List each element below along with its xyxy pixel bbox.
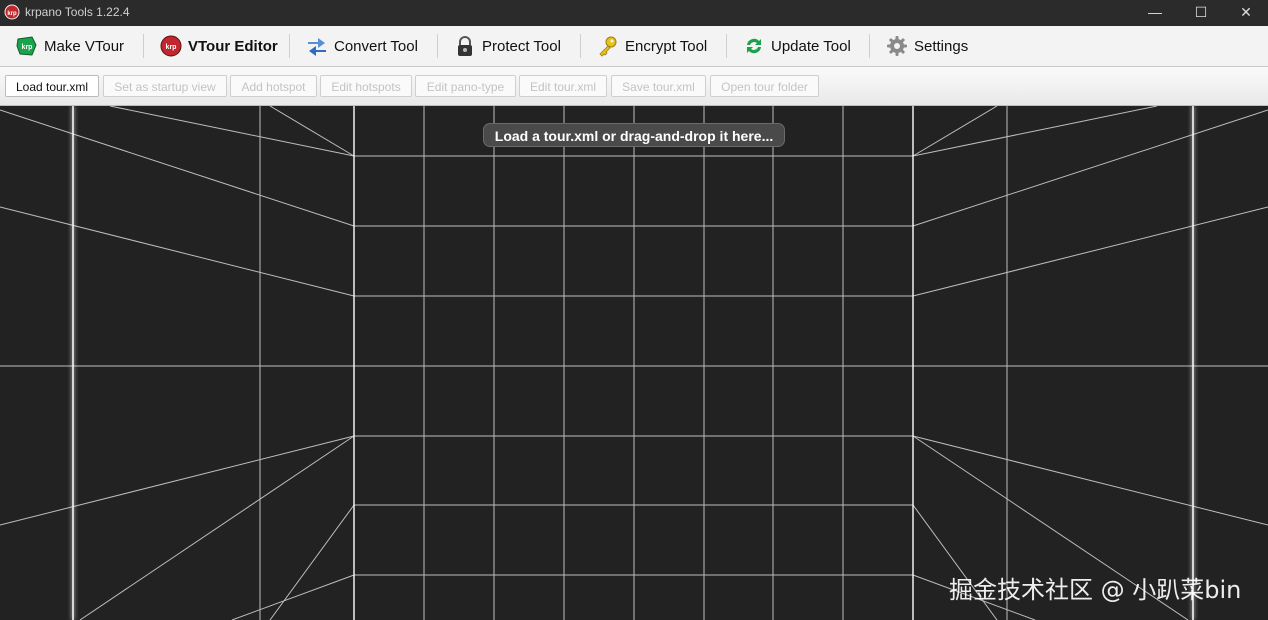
krpano-green-icon: krp bbox=[16, 36, 37, 56]
krpano-red-icon: krp bbox=[160, 35, 182, 57]
edge-glow bbox=[71, 106, 1195, 620]
maximize-button[interactable]: ☐ bbox=[1178, 0, 1224, 26]
grid-lines bbox=[0, 106, 1268, 620]
protect-tool-label: Protect Tool bbox=[482, 37, 561, 55]
minimize-button[interactable]: — bbox=[1132, 0, 1178, 26]
refresh-icon bbox=[747, 38, 761, 54]
key-icon bbox=[599, 36, 617, 57]
settings-label: Settings bbox=[914, 37, 969, 55]
load-tour-button[interactable]: Load tour.xml bbox=[5, 75, 99, 97]
set-startup-view-button[interactable]: Set as startup view bbox=[103, 75, 227, 97]
toolbar-divider bbox=[437, 34, 438, 58]
edit-pano-type-button[interactable]: Edit pano-type bbox=[415, 75, 516, 97]
editor-toolbar: Load tour.xml Set as startup view Add ho… bbox=[0, 67, 1268, 106]
toolbar-divider bbox=[580, 34, 581, 58]
add-hotspot-button[interactable]: Add hotspot bbox=[230, 75, 317, 97]
convert-tool-label: Convert Tool bbox=[334, 37, 418, 55]
save-tour-xml-button[interactable]: Save tour.xml bbox=[611, 75, 706, 97]
settings-tab[interactable]: Settings bbox=[886, 26, 968, 66]
pano-viewer[interactable] bbox=[0, 106, 1268, 620]
open-tour-folder-button[interactable]: Open tour folder bbox=[710, 75, 819, 97]
krpano-logo-icon: krp bbox=[4, 4, 20, 20]
edit-tour-xml-button[interactable]: Edit tour.xml bbox=[519, 75, 607, 97]
gear-icon bbox=[887, 36, 907, 56]
make-vtour-tab[interactable]: krp Make VTour bbox=[16, 26, 124, 66]
title-bar: krp krpano Tools 1.22.4 — ☐ ✕ bbox=[0, 0, 1268, 26]
toolbar-divider bbox=[726, 34, 727, 58]
encrypt-tool-label: Encrypt Tool bbox=[625, 37, 708, 55]
toolbar-divider bbox=[143, 34, 144, 58]
padlock-icon bbox=[458, 36, 472, 56]
svg-text:krp: krp bbox=[22, 44, 33, 51]
load-tour-hint: Load a tour.xml or drag-and-drop it here… bbox=[483, 123, 785, 147]
protect-tool-tab[interactable]: Protect Tool bbox=[454, 26, 561, 66]
update-tool-tab[interactable]: Update Tool bbox=[743, 26, 851, 66]
convert-tool-tab[interactable]: Convert Tool bbox=[306, 26, 418, 66]
vtour-editor-label: VTour Editor bbox=[188, 37, 278, 55]
perspective-grid bbox=[0, 106, 1268, 620]
edit-hotspots-button[interactable]: Edit hotspots bbox=[320, 75, 412, 97]
toolbar-divider bbox=[869, 34, 870, 58]
window-title: krpano Tools 1.22.4 bbox=[25, 5, 130, 19]
arrows-convert-icon bbox=[308, 38, 326, 56]
watermark-text: 掘金技术社区 @ 小趴菜bin bbox=[949, 576, 1242, 604]
vtour-editor-tab[interactable]: krp VTour Editor bbox=[160, 26, 278, 66]
update-tool-label: Update Tool bbox=[771, 37, 851, 55]
make-vtour-label: Make VTour bbox=[44, 37, 125, 55]
glow-edges bbox=[72, 106, 1194, 620]
close-button[interactable]: ✕ bbox=[1223, 0, 1268, 26]
svg-text:krp: krp bbox=[7, 11, 17, 17]
toolbar-divider bbox=[289, 34, 290, 58]
svg-text:krp: krp bbox=[166, 44, 177, 51]
main-toolbar: krp Make VTour krp VTour Editor Convert … bbox=[0, 26, 1268, 67]
encrypt-tool-tab[interactable]: Encrypt Tool bbox=[597, 26, 707, 66]
